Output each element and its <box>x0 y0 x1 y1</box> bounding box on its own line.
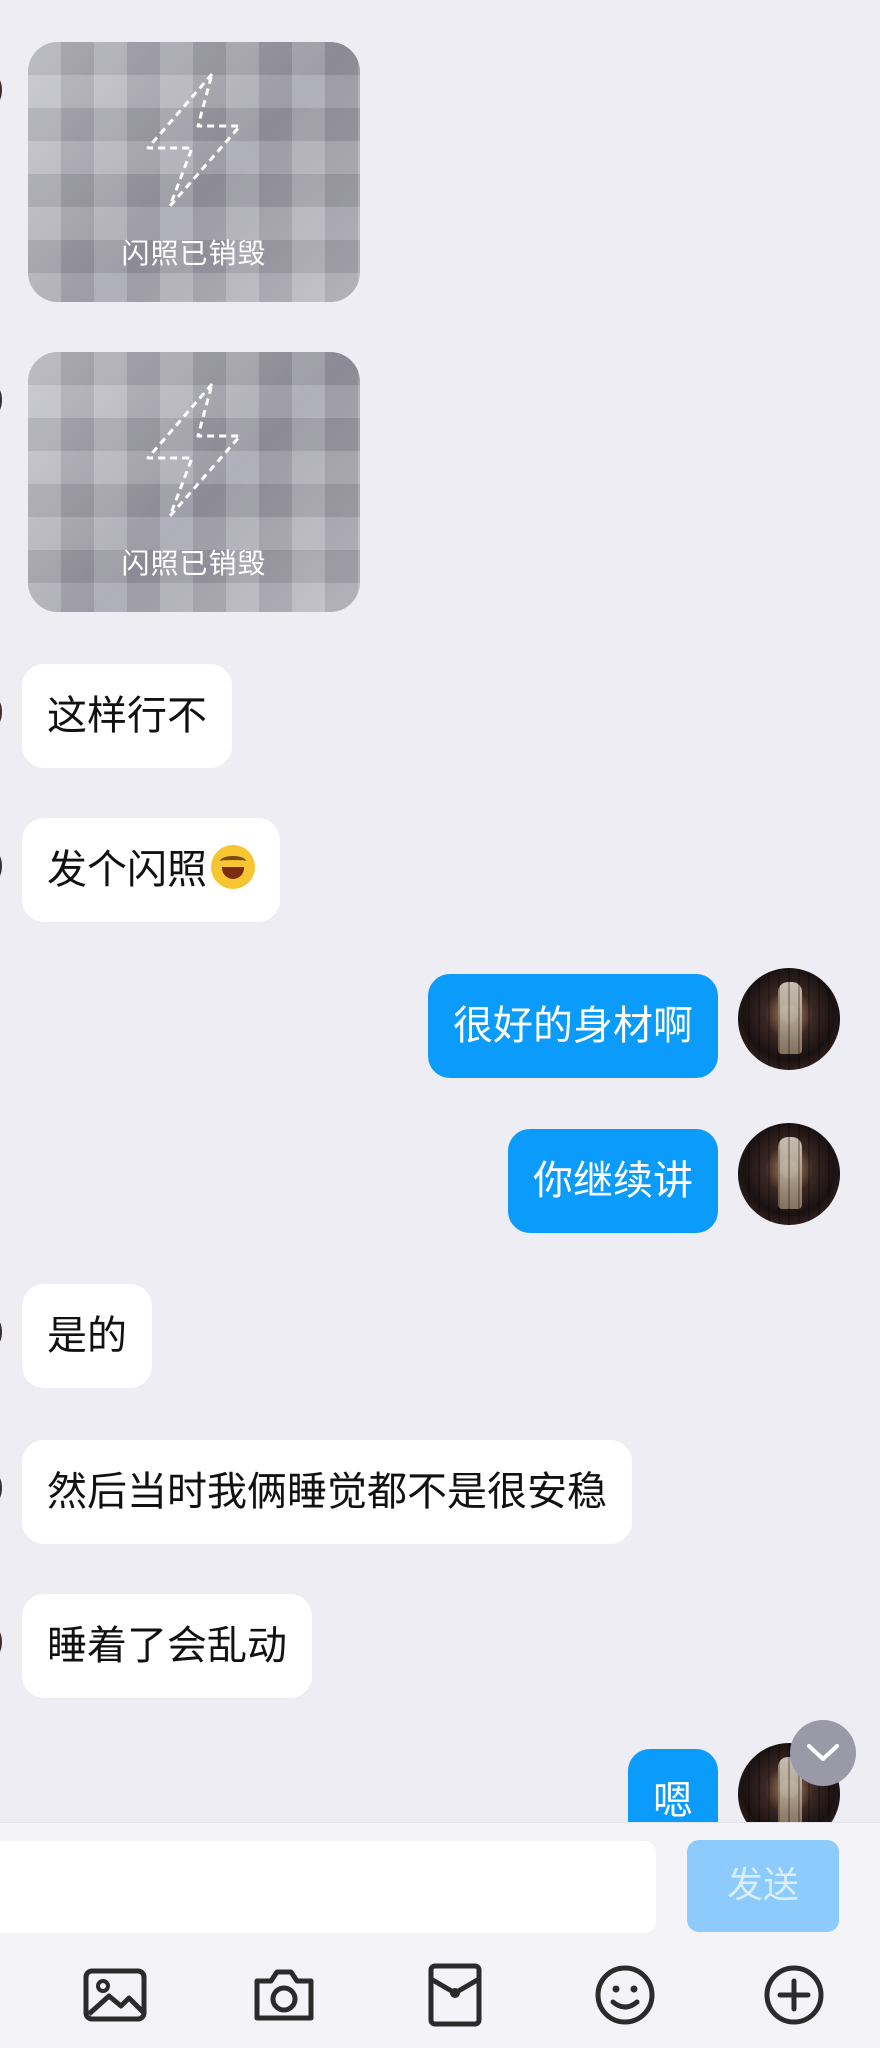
image-icon <box>83 1968 147 2022</box>
flash-photo-message[interactable]: 闪照已销毁 <box>28 42 360 302</box>
red-packet-icon <box>428 1963 482 2027</box>
message-input[interactable] <box>0 1841 656 1933</box>
emoji-button[interactable] <box>587 1957 663 2033</box>
input-bar: 发送 <box>0 1822 880 2048</box>
my-avatar[interactable] <box>738 1123 840 1225</box>
lightning-bolt-icon <box>146 72 242 208</box>
chat-message-list[interactable]: 闪照已销毁 闪照已销毁 这样行不 发个闪照 很好的身材啊 你继续讲 是的 然后当… <box>0 0 880 1822</box>
more-button[interactable] <box>756 1957 832 2033</box>
outgoing-message[interactable]: 嗯 <box>628 1749 718 1822</box>
message-text: 是的 <box>47 1313 127 1359</box>
outgoing-message[interactable]: 你继续讲 <box>508 1129 718 1233</box>
message-text: 嗯 <box>653 1778 693 1822</box>
incoming-message[interactable]: 这样行不 <box>22 664 232 768</box>
chevron-down-icon <box>807 1744 839 1761</box>
sender-avatar[interactable] <box>0 852 2 880</box>
incoming-message[interactable]: 是的 <box>22 1284 152 1388</box>
image-button[interactable] <box>77 1957 153 2033</box>
incoming-message[interactable]: 发个闪照 <box>22 818 280 922</box>
sender-avatar[interactable] <box>0 76 2 104</box>
flash-destroyed-label: 闪照已销毁 <box>121 237 267 270</box>
message-text: 发个闪照 <box>47 847 207 893</box>
sender-avatar[interactable] <box>0 698 2 726</box>
camera-button[interactable] <box>246 1957 322 2033</box>
camera-icon <box>254 1969 314 2021</box>
my-avatar[interactable] <box>738 968 840 1070</box>
flash-photo-message[interactable]: 闪照已销毁 <box>28 352 360 612</box>
sender-avatar[interactable] <box>0 1474 2 1502</box>
emoji-icon <box>595 1965 655 2025</box>
sender-avatar[interactable] <box>0 1628 2 1656</box>
message-text: 很好的身材啊 <box>453 1003 693 1049</box>
outgoing-message[interactable]: 很好的身材啊 <box>428 974 718 1078</box>
red-packet-button[interactable] <box>417 1957 493 2033</box>
sender-avatar[interactable] <box>0 1318 2 1346</box>
sender-avatar[interactable] <box>0 386 2 414</box>
message-text: 睡着了会乱动 <box>47 1623 287 1669</box>
message-text: 然后当时我俩睡觉都不是很安稳 <box>47 1469 607 1515</box>
incoming-message[interactable]: 睡着了会乱动 <box>22 1594 312 1698</box>
laughing-tears-emoji-icon <box>211 845 255 889</box>
send-button[interactable]: 发送 <box>687 1840 839 1932</box>
flash-destroyed-label: 闪照已销毁 <box>121 547 267 580</box>
message-text: 你继续讲 <box>533 1158 693 1204</box>
lightning-bolt-icon <box>146 382 242 518</box>
plus-icon <box>764 1965 824 2025</box>
message-text: 这样行不 <box>47 693 207 739</box>
scroll-to-bottom-button[interactable] <box>790 1720 856 1786</box>
incoming-message[interactable]: 然后当时我俩睡觉都不是很安稳 <box>22 1440 632 1544</box>
